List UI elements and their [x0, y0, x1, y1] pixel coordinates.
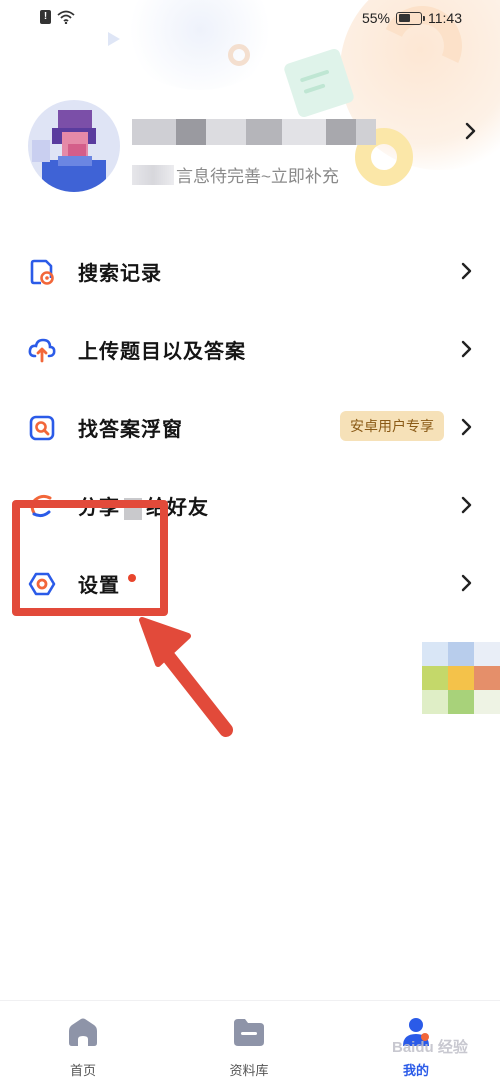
nav-library[interactable]: 资料库	[209, 1017, 289, 1079]
highlight-box	[12, 500, 168, 616]
menu-label: 找答案浮窗	[78, 419, 183, 441]
clock: 11:43	[428, 10, 462, 26]
sim-alert-icon: !	[40, 10, 51, 24]
baidu-watermark: Baidu 经验	[392, 1039, 468, 1056]
search-history-icon	[30, 259, 54, 285]
menu-item-find-answer-window[interactable]: 找答案浮窗 安卓用户专享	[0, 388, 500, 466]
decor-magnifier	[228, 44, 250, 66]
android-exclusive-badge: 安卓用户专享	[340, 411, 444, 441]
battery-fill	[398, 14, 410, 22]
menu-item-upload-questions[interactable]: 上传题目以及答案	[0, 310, 500, 388]
chevron-right-icon	[461, 262, 472, 280]
profile-header[interactable]: 言息待完善~立即补充	[28, 100, 478, 192]
floating-widget[interactable]	[422, 642, 500, 714]
wifi-icon	[57, 10, 75, 24]
menu-item-search-history[interactable]: 搜索记录	[0, 232, 500, 310]
username-blurred	[132, 114, 382, 150]
chevron-right-icon	[461, 340, 472, 358]
chevron-right-icon	[465, 122, 476, 140]
avatar[interactable]	[28, 100, 120, 192]
home-icon	[69, 1018, 97, 1046]
upload-cloud-icon	[28, 338, 56, 363]
menu-label: 搜索记录	[78, 263, 162, 285]
annotation-arrow	[139, 617, 233, 737]
chevron-right-icon	[461, 418, 472, 436]
status-bar: ! 55% 11:43	[0, 0, 500, 38]
menu-label: 上传题目以及答案	[78, 341, 246, 363]
chevron-right-icon	[461, 574, 472, 592]
profile-subtitle: 言息待完善~立即补充	[132, 162, 339, 187]
find-answer-window-icon	[29, 415, 55, 441]
folder-icon	[234, 1019, 264, 1046]
battery-percent: 55%	[361, 10, 390, 26]
chevron-right-icon	[461, 496, 472, 514]
battery-icon	[396, 11, 425, 25]
subtitle-blurred	[132, 164, 174, 185]
nav-home[interactable]: 首页	[43, 1017, 123, 1079]
